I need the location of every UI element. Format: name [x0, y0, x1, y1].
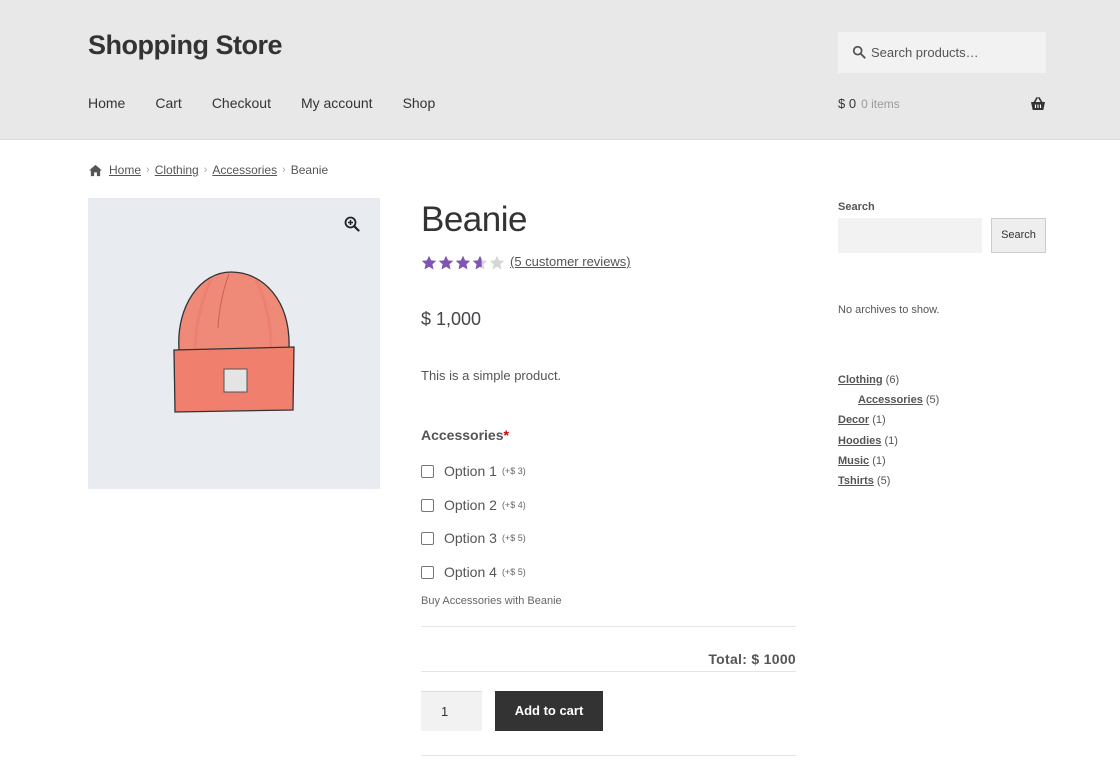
category-link-tshirts[interactable]: Tshirts: [838, 475, 874, 487]
nav-checkout[interactable]: Checkout: [212, 95, 271, 111]
divider: [421, 755, 796, 756]
category-count: (6): [885, 374, 900, 386]
breadcrumb-clothing[interactable]: Clothing: [155, 163, 199, 177]
header-cart[interactable]: $ 0 0 items: [838, 96, 1046, 114]
accessory-option-4[interactable]: Option 4 (+$ 5): [421, 564, 526, 580]
accessory-option-3[interactable]: Option 3 (+$ 5): [421, 530, 526, 546]
star-icon: [438, 255, 454, 270]
category-item: Music (1): [838, 451, 939, 471]
checkbox[interactable]: [421, 531, 434, 545]
accessory-option-1[interactable]: Option 1 (+$ 3): [421, 463, 526, 479]
breadcrumb-current: Beanie: [290, 163, 329, 177]
basket-icon: [1031, 97, 1045, 110]
nav-shop[interactable]: Shop: [403, 95, 436, 111]
nav-cart[interactable]: Cart: [155, 95, 181, 111]
search-placeholder: Search products…: [871, 45, 979, 60]
home-icon: [89, 164, 102, 176]
category-link-clothing[interactable]: Clothing: [838, 374, 883, 386]
product-search-input[interactable]: Search products…: [838, 32, 1046, 73]
accessories-label: Accessories*: [421, 427, 509, 443]
breadcrumb-accessories[interactable]: Accessories: [212, 163, 277, 177]
product-gallery[interactable]: [88, 198, 380, 489]
sidebar-search-label: Search: [838, 201, 875, 213]
option-price: (+$ 5): [501, 567, 526, 577]
product-title: Beanie: [421, 200, 527, 239]
primary-nav: Home Cart Checkout My account Shop: [88, 95, 465, 111]
divider: [421, 626, 796, 627]
sidebar-search-input[interactable]: [838, 218, 982, 253]
star-rating: [421, 255, 506, 271]
buy-with-note: Buy Accessories with Beanie: [421, 595, 562, 607]
star-icon: [472, 255, 488, 270]
category-item: Decor (1): [838, 410, 939, 430]
required-mark: *: [503, 427, 509, 443]
zoom-icon[interactable]: [344, 216, 360, 232]
accessory-option-2[interactable]: Option 2 (+$ 4): [421, 497, 526, 513]
search-icon: [852, 45, 866, 59]
checkbox[interactable]: [421, 565, 434, 579]
star-icon: [455, 255, 471, 270]
total-price: Total: $ 1000: [708, 651, 796, 667]
site-title[interactable]: Shopping Store: [88, 30, 282, 61]
category-item: Accessories (5): [838, 390, 939, 410]
option-price: (+$ 3): [501, 466, 526, 476]
sidebar-search-button[interactable]: Search: [991, 218, 1046, 253]
beanie-product-image: [173, 271, 295, 413]
divider: [421, 671, 796, 672]
star-icon: [421, 255, 437, 270]
category-count: (1): [872, 414, 886, 427]
category-item: Tshirts (5): [838, 471, 939, 491]
category-link-accessories[interactable]: Accessories: [858, 394, 923, 406]
category-link-hoodies[interactable]: Hoodies: [838, 435, 881, 447]
category-count: (5): [876, 475, 891, 488]
category-link-music[interactable]: Music: [838, 455, 869, 467]
cart-item-count: 0 items: [861, 97, 900, 111]
option-label: Option 3: [444, 530, 497, 546]
accessories-label-text: Accessories: [421, 427, 504, 443]
breadcrumb-home[interactable]: Home: [109, 163, 141, 177]
breadcrumb: Home › Clothing › Accessories › Beanie: [88, 163, 328, 177]
nav-my-account[interactable]: My account: [301, 95, 373, 111]
option-label: Option 2: [444, 497, 497, 513]
archives-empty-text: No archives to show.: [838, 304, 940, 316]
breadcrumb-separator-icon: ›: [146, 164, 150, 176]
option-price: (+$ 5): [501, 533, 526, 543]
product-price: $ 1,000: [421, 309, 482, 329]
category-count: (5): [925, 394, 940, 407]
checkbox[interactable]: [421, 498, 434, 512]
category-item: Hoodies (1): [838, 431, 939, 451]
category-item: Clothing (6): [838, 370, 939, 390]
add-to-cart-button[interactable]: Add to cart: [495, 691, 603, 731]
category-link-decor[interactable]: Decor: [838, 414, 869, 426]
checkbox[interactable]: [421, 464, 434, 478]
category-count: (1): [872, 454, 886, 467]
breadcrumb-separator-icon: ›: [282, 164, 286, 176]
quantity-input[interactable]: 1: [421, 691, 482, 731]
star-icon: [489, 255, 505, 270]
option-label: Option 1: [444, 463, 497, 479]
category-list: Clothing (6) Accessories (5) Decor (1) H…: [838, 370, 939, 491]
category-count: (1): [884, 434, 898, 447]
breadcrumb-separator-icon: ›: [203, 164, 208, 176]
cart-amount: $ 0: [838, 96, 857, 111]
option-label: Option 4: [444, 564, 497, 580]
nav-home[interactable]: Home: [88, 95, 125, 111]
site-header: Shopping Store Search products… Home Car…: [0, 0, 1120, 140]
option-price: (+$ 4): [501, 500, 526, 510]
product-description: This is a simple product.: [421, 368, 562, 383]
reviews-link[interactable]: (5 customer reviews): [510, 254, 631, 269]
